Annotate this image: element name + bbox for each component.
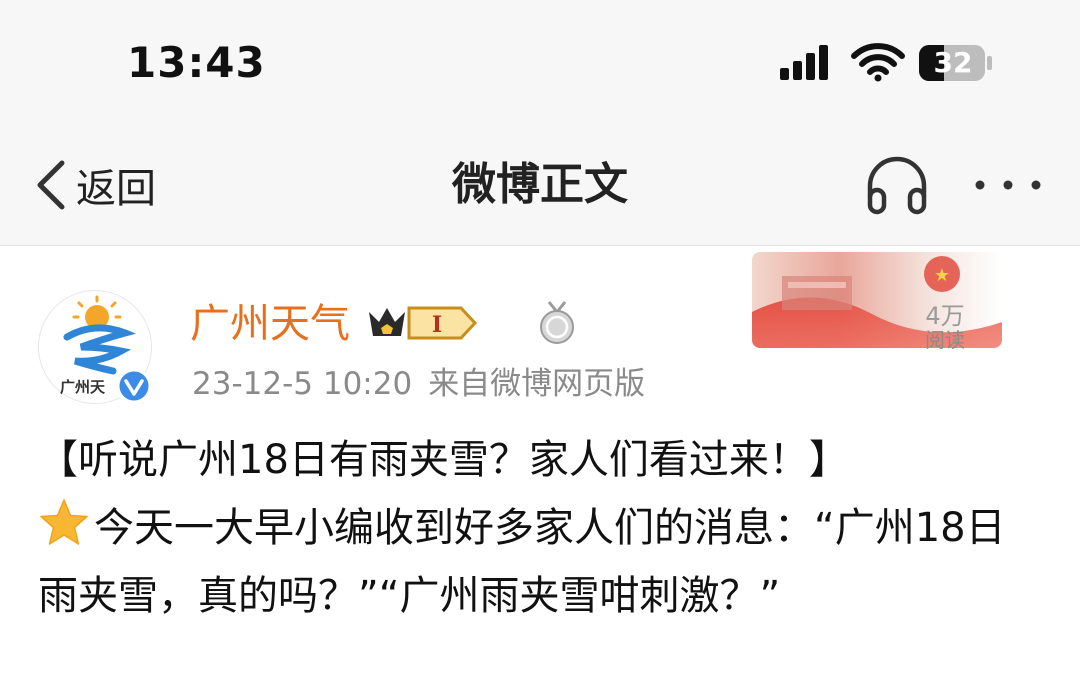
chevron-left-icon	[37, 160, 65, 210]
back-label: 返回	[76, 166, 156, 212]
post-text: 今天一大早小编收到好多家人们的消息：“广州18日雨夹雪，真的吗？”“广州雨夹雪咁…	[38, 494, 1028, 630]
back-button[interactable]: 返回	[30, 150, 156, 220]
vip-level: I	[432, 312, 442, 338]
post-meta: 23-12-5 10:20 来自微博网页版	[192, 360, 645, 408]
svg-text:★: ★	[934, 265, 950, 286]
vip-badge-icon[interactable]: I	[365, 302, 479, 344]
status-time: 13:43	[127, 38, 266, 87]
post-body-text: 今天一大早小编收到好多家人们的消息：“广州18日雨夹雪，真的吗？”“广州雨夹雪咁…	[38, 505, 1006, 619]
post-date: 23-12-5 10:20	[192, 366, 413, 402]
avatar-text: 广州天	[60, 378, 106, 396]
post-body: 【听说广州18日有雨夹雪？家人们看过来！】 今天一大早小编收到好多家人们的消息：…	[38, 426, 1028, 630]
read-count: 4万 阅读	[905, 304, 985, 352]
medal-icon[interactable]	[537, 300, 577, 346]
read-count-label: 阅读	[925, 328, 965, 352]
page-title: 微博正文	[452, 159, 628, 210]
status-bar: 13:43 32	[0, 0, 1080, 130]
nav-bar: 返回 微博正文	[0, 130, 1080, 246]
post-title-line: 【听说广州18日有雨夹雪？家人们看过来！】	[38, 437, 849, 483]
read-count-value: 4万	[925, 302, 965, 330]
wifi-icon	[851, 43, 905, 82]
verified-icon	[116, 368, 152, 404]
signal-icon	[780, 45, 828, 80]
author-name[interactable]: 广州天气	[190, 296, 350, 352]
battery-level: 32	[933, 46, 973, 79]
headphone-icon[interactable]	[862, 152, 932, 218]
star-icon	[40, 499, 88, 545]
more-icon[interactable]	[970, 152, 1046, 218]
post-source: 来自微博网页版	[428, 366, 646, 402]
